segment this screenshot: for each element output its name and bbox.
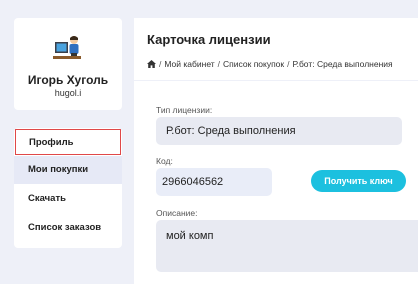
sidebar-item-my-purchases[interactable]: Мои покупки [14,156,122,184]
person-at-computer-icon [53,36,81,59]
breadcrumb-separator: / [217,59,221,69]
code-field[interactable]: 2966046562 [156,168,272,196]
divider [134,80,418,81]
license-type-field: Р.бот: Среда выполнения [156,117,402,145]
license-type-label: Тип лицензии: [156,105,213,115]
page-title: Карточка лицензии [147,32,271,47]
sidebar-menu: Профиль Мои покупки Скачать Список заказ… [14,128,122,248]
breadcrumb-separator: / [159,59,162,69]
home-icon[interactable] [147,60,156,70]
sidebar-item-download[interactable]: Скачать [14,185,122,213]
description-label: Описание: [156,208,198,218]
sidebar-item-profile[interactable]: Профиль [15,129,121,155]
sidebar-item-order-list[interactable]: Список заказов [14,214,122,242]
description-field[interactable]: мой комп [156,220,418,272]
breadcrumb-purchase-list[interactable]: Список покупок [223,59,284,69]
breadcrumb-my-cabinet[interactable]: Мой кабинет [164,59,214,69]
license-card-panel: Карточка лицензии / Мой кабинет / Список по… [134,18,418,284]
breadcrumb-separator: / [287,59,290,69]
user-name: Игорь Хуголь [27,73,109,87]
code-label: Код: [156,156,173,166]
user-login: hugol.i [54,88,82,98]
breadcrumb: / Мой кабинет / Список покупок / Р.бот: Среда… [147,59,393,70]
breadcrumb-current: Р.бот: Среда выполнения [292,59,393,69]
get-key-button[interactable]: Получить ключ [311,170,406,192]
